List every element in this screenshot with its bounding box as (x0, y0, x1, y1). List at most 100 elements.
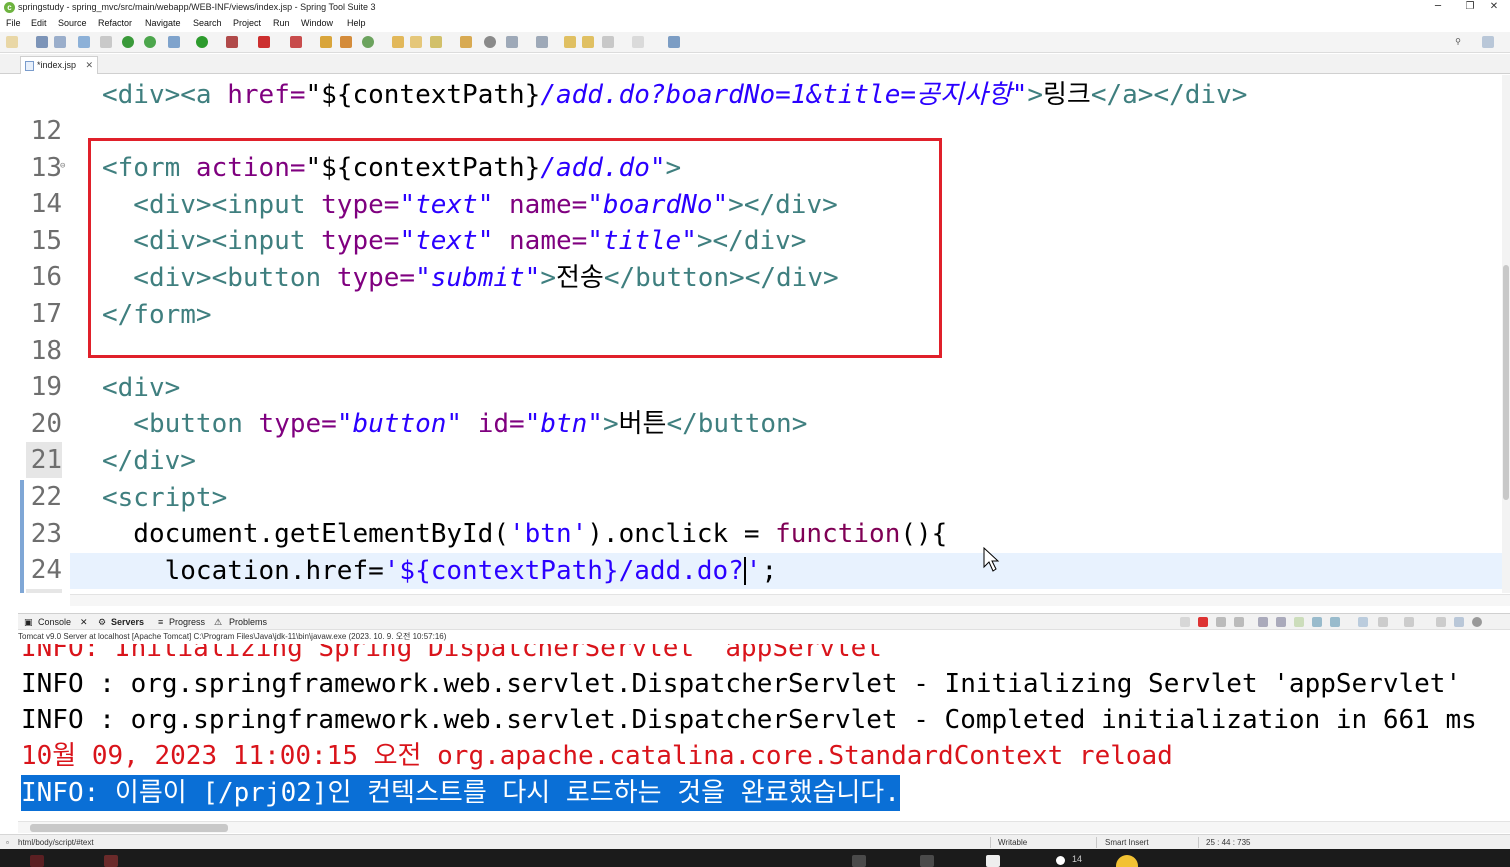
debug-icon[interactable] (168, 36, 180, 48)
scroll-thumb[interactable] (30, 824, 228, 832)
terminate-icon[interactable] (290, 36, 302, 48)
new-console-icon[interactable] (1404, 617, 1414, 627)
console-output[interactable]: INFO: Initializing Spring DispatcherServ… (18, 644, 1510, 820)
code-token: <div><a (102, 80, 228, 110)
menu-source[interactable]: Source (58, 15, 87, 31)
new-package-icon[interactable] (340, 36, 352, 48)
console-line: INFO: Initializing Spring DispatcherServ… (21, 644, 898, 663)
taskbar-app-icon[interactable] (30, 855, 44, 867)
print-icon[interactable] (78, 36, 90, 48)
scroll-lock-icon[interactable] (1258, 617, 1268, 627)
menu-file[interactable]: File (6, 15, 21, 31)
search-icon[interactable]: ⚲ (1452, 36, 1464, 48)
tab-problems[interactable]: Problems (229, 614, 267, 630)
menu-navigate[interactable]: Navigate (145, 15, 181, 31)
servers-tab-icon: ⚙ (98, 617, 107, 627)
editor-horizontal-scrollbar[interactable] (70, 594, 1510, 606)
taskbar-app-icon[interactable] (852, 855, 866, 867)
remove-launch-icon[interactable] (1216, 617, 1226, 627)
taskbar-clock: 14 (1072, 854, 1083, 864)
refresh-icon[interactable] (144, 36, 156, 48)
globe-icon[interactable] (484, 36, 496, 48)
edit-location-icon[interactable] (582, 36, 594, 48)
close-window-button[interactable]: ✕ (1478, 0, 1510, 14)
editor-vertical-scrollbar[interactable] (1502, 75, 1510, 593)
menu-run[interactable]: Run (273, 15, 290, 31)
fold-icon[interactable]: ⊖ (60, 148, 65, 184)
settings-icon[interactable] (1472, 617, 1482, 627)
skip-breakpoints-icon[interactable] (100, 36, 112, 48)
menu-search[interactable]: Search (193, 15, 222, 31)
stop-icon[interactable] (258, 36, 270, 48)
terminate-console-icon[interactable] (1198, 617, 1208, 627)
menu-help[interactable]: Help (347, 15, 366, 31)
status-file-icon: ▫ (6, 838, 9, 847)
prev-annotation-icon[interactable] (536, 36, 548, 48)
code-token: '${contextPath}/add.do? (383, 555, 744, 586)
code-token: /add.do?boardNo=1&title=공지사항" (540, 80, 1028, 110)
forward-icon[interactable] (632, 36, 644, 48)
show-stderr-icon[interactable] (1312, 617, 1322, 627)
menu-window[interactable]: Window (301, 15, 333, 31)
code-text: <script> (102, 480, 227, 516)
code-line: 21 <button type="button" id="btn">버튼</bu… (18, 406, 1502, 479)
taskbar-app-icon[interactable] (986, 855, 1000, 867)
save-icon[interactable] (36, 36, 48, 48)
menu-project[interactable]: Project (233, 15, 261, 31)
back-icon[interactable] (602, 36, 614, 48)
run-icon[interactable] (196, 36, 208, 48)
new-java-project-icon[interactable] (320, 36, 332, 48)
save-all-icon[interactable] (54, 36, 66, 48)
pin-console-icon[interactable] (1330, 617, 1340, 627)
pin-editor-icon[interactable] (668, 36, 680, 48)
tab-progress[interactable]: Progress (169, 614, 205, 630)
tab-index-jsp[interactable]: *index.jsp ✕ (20, 56, 98, 74)
taskbar-app-icon[interactable] (104, 855, 118, 867)
open-folder-icon[interactable] (410, 36, 422, 48)
code-text: </div> (102, 443, 196, 479)
code-token: </button> (666, 409, 808, 440)
emoji-icon[interactable] (1116, 855, 1138, 867)
code-text: <div><a href="${contextPath}/add.do?boar… (102, 77, 1247, 113)
code-text: <button type="button" id="btn">버튼</butto… (102, 406, 807, 442)
next-annotation-icon[interactable] (506, 36, 518, 48)
clear-console-icon[interactable] (1180, 617, 1190, 627)
code-text: document.getElementById('btn').onclick =… (102, 516, 947, 552)
display-console-icon[interactable] (1358, 617, 1368, 627)
spring-boot-icon[interactable] (122, 36, 134, 48)
tab-console[interactable]: Console (38, 614, 71, 630)
perspective-icon[interactable] (1482, 36, 1494, 48)
status-position: 25 : 44 : 735 (1206, 838, 1251, 847)
code-token: <div> (102, 372, 181, 403)
last-edit-icon[interactable] (564, 36, 576, 48)
external-tools-icon[interactable] (226, 36, 238, 48)
search-tool-icon[interactable] (430, 36, 442, 48)
menu-bar: File Edit Source Refactor Navigate Searc… (0, 15, 1510, 31)
open-console-icon[interactable] (1378, 617, 1388, 627)
taskbar-app-icon[interactable] (920, 855, 934, 867)
menu-refactor[interactable]: Refactor (98, 15, 132, 31)
console-tab-bar: ▣ Console ✕ ⚙ Servers ≡ Progress ⚠ Probl… (18, 613, 1510, 630)
remove-all-icon[interactable] (1234, 617, 1244, 627)
maximize-view-icon[interactable] (1454, 617, 1464, 627)
minimize-view-icon[interactable] (1436, 617, 1446, 627)
console-tab-icon: ▣ (24, 617, 33, 627)
status-divider (1198, 837, 1199, 848)
tab-servers[interactable]: Servers (111, 614, 144, 630)
close-tab-icon[interactable]: ✕ (85, 57, 93, 74)
open-type-icon[interactable] (392, 36, 404, 48)
new-icon[interactable] (6, 36, 18, 48)
close-console-icon[interactable]: ✕ (80, 614, 88, 630)
code-token: "${contextPath} (305, 80, 541, 110)
show-stdout-icon[interactable] (1294, 617, 1304, 627)
code-token: ' (745, 555, 762, 586)
word-wrap-icon[interactable] (1276, 617, 1286, 627)
status-writable: Writable (998, 838, 1028, 847)
jsp-file-icon (25, 61, 34, 71)
new-class-icon[interactable] (362, 36, 374, 48)
editor-tab-bar: *index.jsp ✕ (0, 54, 1510, 74)
menu-edit[interactable]: Edit (31, 15, 47, 31)
open-resource-icon[interactable] (460, 36, 472, 48)
console-horizontal-scrollbar[interactable] (18, 821, 1510, 833)
scroll-thumb[interactable] (1503, 265, 1509, 500)
